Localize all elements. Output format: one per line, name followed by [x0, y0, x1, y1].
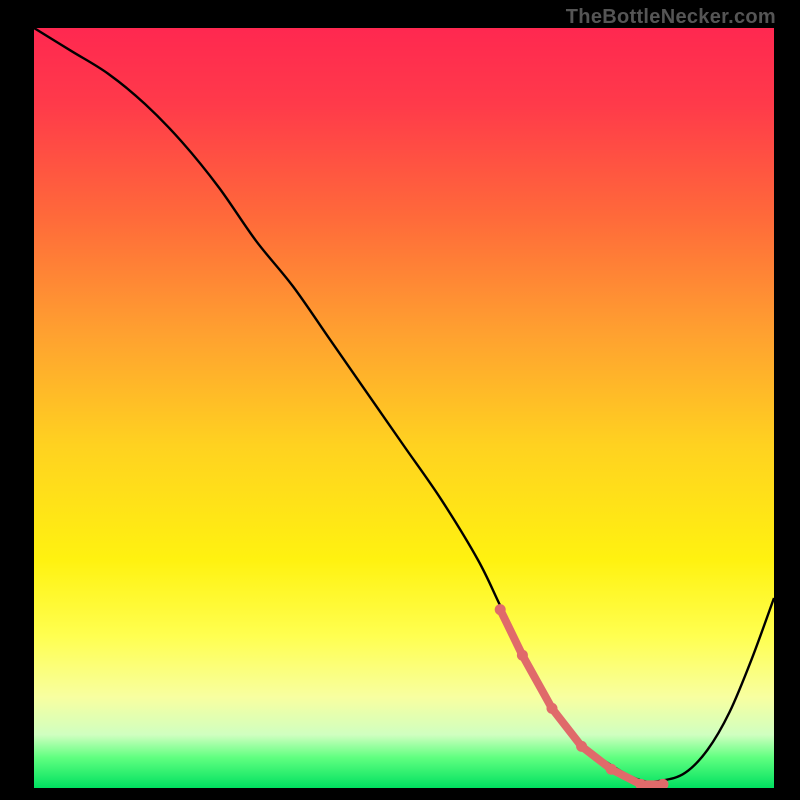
bottleneck-curve-line — [34, 28, 774, 782]
optimal-marker-dot — [576, 741, 587, 752]
optimal-marker-dot — [606, 764, 617, 775]
optimal-range-markers — [495, 604, 669, 788]
chart-plot-area — [34, 28, 774, 788]
optimal-marker-dot — [495, 604, 506, 615]
optimal-marker-dot — [547, 703, 558, 714]
chart-overlay-svg — [34, 28, 774, 788]
attribution-text: TheBottleNecker.com — [566, 6, 776, 29]
chart-frame: TheBottleNecker.com — [0, 0, 800, 800]
optimal-marker-dot — [517, 650, 528, 661]
optimal-range-line — [500, 610, 663, 785]
